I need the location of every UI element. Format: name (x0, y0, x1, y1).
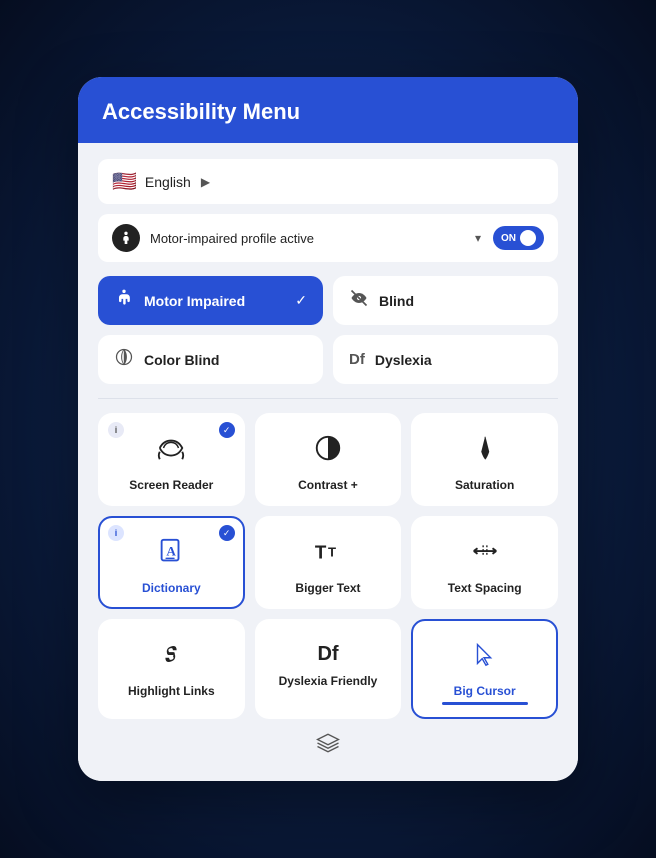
screen-reader-label: Screen Reader (129, 478, 213, 492)
profile-label: Motor-impaired profile active (150, 231, 475, 246)
feature-big-cursor[interactable]: Big Cursor (411, 619, 558, 719)
chip-motor-impaired[interactable]: Motor Impaired ✓ (98, 276, 323, 325)
language-label: English (145, 174, 191, 190)
dictionary-check: ✓ (219, 525, 235, 541)
feature-dictionary[interactable]: i ✓ A Dictionary (98, 516, 245, 609)
card-body-inner: 🇺🇸 English ▶ Motor-impaired profile acti… (98, 159, 558, 761)
svg-text:T: T (315, 542, 327, 563)
chip-motor-impaired-label: Motor Impaired (144, 293, 245, 309)
menu-title: Accessibility Menu (102, 99, 554, 125)
profile-row: Motor-impaired profile active ▾ ON (98, 214, 558, 262)
svg-text:A: A (167, 544, 177, 559)
chip-motor-impaired-check: ✓ (295, 292, 307, 309)
accessibility-menu-card: Accessibility Menu 🇺🇸 English ▶ Motor-im… (78, 77, 578, 781)
divider-1 (98, 398, 558, 399)
feature-text-spacing[interactable]: Text Spacing (411, 516, 558, 609)
toggle-label: ON (501, 233, 516, 244)
profile-dropdown-icon[interactable]: ▾ (475, 231, 481, 245)
feature-dyslexia-friendly[interactable]: Df Dyslexia Friendly (255, 619, 402, 719)
language-row[interactable]: 🇺🇸 English ▶ (98, 159, 558, 204)
dyslexia-friendly-icon: Df (317, 643, 338, 666)
screen-reader-icon (156, 433, 186, 470)
chip-dyslexia[interactable]: Df Dyslexia (333, 335, 558, 384)
chip-blind[interactable]: Blind (333, 276, 558, 325)
chip-color-blind-label: Color Blind (144, 352, 219, 368)
feature-grid: i ✓ Screen Reader (98, 413, 558, 719)
dictionary-info: i (108, 525, 124, 541)
flag-icon: 🇺🇸 (112, 169, 137, 194)
feature-screen-reader[interactable]: i ✓ Screen Reader (98, 413, 245, 506)
profile-icon (112, 224, 140, 252)
contrast-label: Contrast + (298, 478, 358, 492)
big-cursor-icon (470, 639, 500, 676)
color-blind-icon (114, 347, 134, 372)
highlight-links-label: Highlight Links (128, 684, 215, 698)
chip-dyslexia-label: Dyslexia (375, 352, 432, 368)
big-cursor-label: Big Cursor (454, 684, 516, 698)
big-cursor-underline (442, 702, 528, 705)
profile-chips-grid: Motor Impaired ✓ Blind (98, 276, 558, 384)
saturation-icon (470, 433, 500, 470)
saturation-label: Saturation (455, 478, 514, 492)
language-arrow: ▶ (201, 175, 210, 189)
dyslexia-friendly-label: Dyslexia Friendly (279, 674, 378, 688)
chip-color-blind[interactable]: Color Blind (98, 335, 323, 384)
highlight-links-icon (156, 639, 186, 676)
text-spacing-icon (470, 536, 500, 573)
bigger-text-icon: T T (313, 536, 343, 573)
chip-blind-label: Blind (379, 293, 414, 309)
card-header: Accessibility Menu (78, 77, 578, 143)
bottom-icon-area (98, 719, 558, 761)
contrast-icon (313, 433, 343, 470)
feature-contrast[interactable]: Contrast + (255, 413, 402, 506)
dictionary-label: Dictionary (142, 581, 201, 595)
toggle-ball (520, 230, 536, 246)
blind-icon (349, 288, 369, 313)
card-body: 🇺🇸 English ▶ Motor-impaired profile acti… (78, 143, 578, 781)
screen-reader-info: i (108, 422, 124, 438)
bigger-text-label: Bigger Text (295, 581, 360, 595)
svg-text:T: T (328, 545, 336, 560)
feature-bigger-text[interactable]: T T Bigger Text (255, 516, 402, 609)
dyslexia-icon: Df (349, 351, 365, 368)
feature-saturation[interactable]: Saturation (411, 413, 558, 506)
dictionary-icon: A (156, 536, 186, 573)
feature-highlight-links[interactable]: Highlight Links (98, 619, 245, 719)
profile-toggle[interactable]: ON (493, 226, 544, 250)
text-spacing-label: Text Spacing (448, 581, 522, 595)
layers-icon (314, 729, 342, 757)
motor-impaired-icon (114, 288, 134, 313)
screen-reader-check: ✓ (219, 422, 235, 438)
